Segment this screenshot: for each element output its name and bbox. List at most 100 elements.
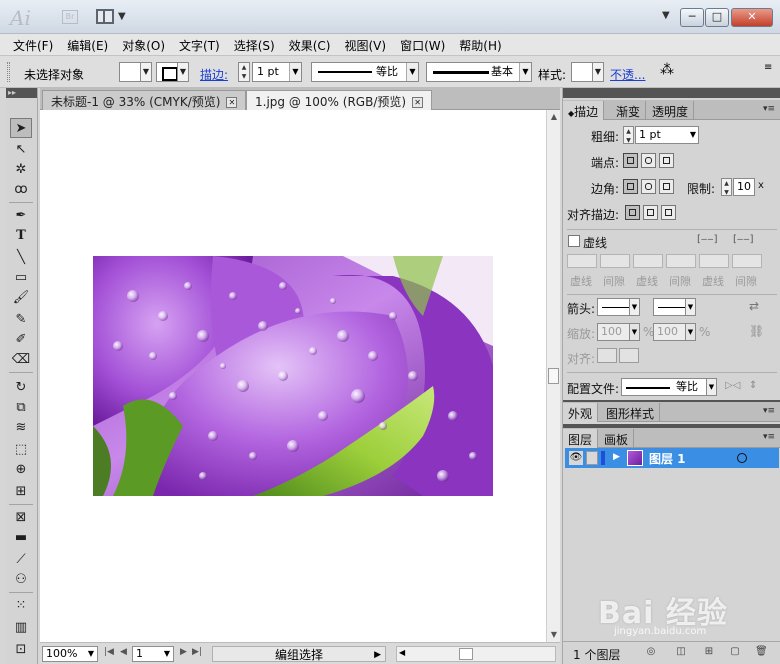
chevron-down-icon[interactable]: ▼ xyxy=(164,647,170,661)
perspective-grid-tool-icon[interactable]: ⊞ xyxy=(10,482,32,502)
control-bar-menu-icon[interactable]: ≡ xyxy=(764,62,772,73)
recolor-artwork-icon[interactable]: ⁂ xyxy=(660,62,674,78)
dash-field-1[interactable] xyxy=(567,254,597,268)
miter-join-button[interactable] xyxy=(623,179,638,194)
stroke-weight-spinner[interactable]: ▲ ▼ xyxy=(238,62,250,82)
menu-view[interactable]: 视图(V) xyxy=(337,34,393,55)
align-dash-icon[interactable]: [‒‒] xyxy=(733,234,754,245)
chevron-down-icon[interactable]: ▼ xyxy=(406,63,418,81)
projecting-cap-button[interactable] xyxy=(659,153,674,168)
line-segment-tool-icon[interactable]: ╲ xyxy=(10,248,32,268)
opacity-link[interactable]: 不透... xyxy=(610,66,645,83)
type-tool-icon[interactable]: T xyxy=(10,226,32,246)
arrow-tip-beyond-button[interactable] xyxy=(597,348,617,363)
scroll-left-icon[interactable]: ◀ xyxy=(399,648,405,657)
panel-menu-icon[interactable]: ▾≡ xyxy=(763,432,775,442)
chevron-down-icon[interactable]: ▼ xyxy=(629,323,640,341)
rotate-tool-icon[interactable]: ↻ xyxy=(10,378,32,398)
menu-select[interactable]: 选择(S) xyxy=(227,34,282,55)
maximize-button[interactable]: □ xyxy=(705,8,729,27)
scroll-down-icon[interactable]: ▼ xyxy=(547,628,561,642)
arrange-dropdown-icon[interactable]: ▼ xyxy=(118,11,126,22)
expand-triangle-icon[interactable]: ▶ xyxy=(613,452,620,462)
first-artboard-icon[interactable]: |◀ xyxy=(104,647,114,657)
free-transform-tool-icon[interactable]: ⬚ xyxy=(10,440,32,460)
close-button[interactable]: ✕ xyxy=(731,8,773,27)
direct-selection-tool-icon[interactable]: ↖ xyxy=(10,140,32,160)
end-scale-field[interactable]: 100 xyxy=(653,323,689,341)
vertical-scroll-thumb[interactable] xyxy=(548,368,559,384)
magic-wand-tool-icon[interactable]: ✲ xyxy=(10,160,32,180)
artboard-canvas[interactable] xyxy=(40,110,546,642)
panel-menu-icon[interactable]: ▾≡ xyxy=(763,104,775,114)
graphic-style-dropdown[interactable]: ▼ xyxy=(592,62,604,82)
profile-field[interactable]: 等比 xyxy=(621,378,717,396)
tab-artboards[interactable]: 画板 xyxy=(599,429,635,448)
chevron-down-icon[interactable]: ▼ xyxy=(519,63,531,81)
locate-object-icon[interactable]: ◎ xyxy=(645,646,657,658)
align-inside-button[interactable] xyxy=(643,205,658,220)
tab-graphic-styles[interactable]: 图形样式 xyxy=(601,403,661,422)
close-tab-icon[interactable]: ✕ xyxy=(226,97,238,108)
dash-field-2[interactable] xyxy=(633,254,663,268)
dash-field-3[interactable] xyxy=(699,254,729,268)
horizontal-scroll-thumb[interactable] xyxy=(459,648,473,660)
bevel-join-button[interactable] xyxy=(659,179,674,194)
last-artboard-icon[interactable]: ▶| xyxy=(192,647,202,657)
stroke-color-dropdown[interactable]: ▼ xyxy=(177,62,189,82)
pencil-tool-icon[interactable]: ✎ xyxy=(10,310,32,330)
menu-edit[interactable]: 编辑(E) xyxy=(60,34,115,55)
eye-icon[interactable]: 👁 xyxy=(569,451,583,465)
swap-arrowheads-icon[interactable]: ⇄ xyxy=(749,299,759,313)
eyedropper-tool-icon[interactable]: ⟋ xyxy=(10,550,32,570)
chevron-down-icon[interactable]: ▼ xyxy=(685,298,696,316)
bridge-button[interactable]: Br xyxy=(62,10,78,24)
blob-brush-tool-icon[interactable]: ✐ xyxy=(10,330,32,350)
workspace-dropdown-icon[interactable]: ▼ xyxy=(662,10,670,21)
preserve-dash-icon[interactable]: [‒‒] xyxy=(697,234,718,245)
menu-window[interactable]: 窗口(W) xyxy=(393,34,452,55)
gap-field-3[interactable] xyxy=(732,254,762,268)
tab-gradient[interactable]: 渐变 xyxy=(611,101,647,120)
zoom-field[interactable]: 100% ▼ xyxy=(42,646,98,662)
weight-field[interactable]: 1 pt ▼ xyxy=(635,126,699,144)
round-cap-button[interactable] xyxy=(641,153,656,168)
symbol-sprayer-tool-icon[interactable]: ⁙ xyxy=(10,596,32,616)
chevron-down-icon[interactable]: ▼ xyxy=(685,323,696,341)
chevron-down-icon[interactable]: ▼ xyxy=(690,127,696,143)
brush-definition[interactable]: 基本 ▼ xyxy=(426,62,532,82)
link-scale-icon[interactable]: ⛓ xyxy=(749,324,764,338)
round-join-button[interactable] xyxy=(641,179,656,194)
status-menu-icon[interactable]: ▶ xyxy=(374,647,381,663)
gap-field-1[interactable] xyxy=(600,254,630,268)
create-new-layer-icon[interactable]: ▢ xyxy=(729,646,741,658)
align-outside-button[interactable] xyxy=(661,205,676,220)
chevron-down-icon[interactable]: ▼ xyxy=(629,298,640,316)
lasso-tool-icon[interactable]: ꝏ xyxy=(10,180,32,200)
chevron-down-icon[interactable]: ▼ xyxy=(706,378,717,396)
artboard-number-field[interactable]: 1 ▼ xyxy=(132,646,174,662)
control-bar-grip[interactable] xyxy=(7,62,10,82)
rectangle-tool-icon[interactable]: ▭ xyxy=(10,268,32,288)
layer-row[interactable]: 👁 ▶ 图层 1 xyxy=(565,448,779,468)
weight-spinner[interactable]: ▲ ▼ xyxy=(623,126,634,144)
flip-across-icon[interactable]: ⇕ xyxy=(749,380,757,391)
dashed-line-checkbox[interactable] xyxy=(568,235,580,247)
panel-menu-icon[interactable]: ▾≡ xyxy=(763,406,775,416)
menu-object[interactable]: 对象(O) xyxy=(115,34,172,55)
arrange-documents-icon[interactable] xyxy=(96,9,114,24)
menu-type[interactable]: 文字(T) xyxy=(172,34,227,55)
pen-tool-icon[interactable]: ✒ xyxy=(10,206,32,226)
chevron-down-icon[interactable]: ▼ xyxy=(289,63,301,81)
arrow-tip-end-button[interactable] xyxy=(619,348,639,363)
close-tab-icon[interactable]: ✕ xyxy=(412,97,424,108)
variable-width-profile[interactable]: 等比 ▼ xyxy=(311,62,419,82)
gradient-tool-icon[interactable]: ▬ xyxy=(10,528,32,548)
menu-effect[interactable]: 效果(C) xyxy=(282,34,338,55)
chevron-down-icon[interactable]: ▼ xyxy=(88,647,94,661)
minimize-button[interactable]: ─ xyxy=(680,8,704,27)
eraser-tool-icon[interactable]: ⌫ xyxy=(10,350,32,370)
limit-spinner[interactable]: ▲ ▼ xyxy=(721,178,732,196)
artboard-tool-icon[interactable]: ⊡ xyxy=(10,640,32,660)
shape-builder-tool-icon[interactable]: ⊕ xyxy=(10,460,32,480)
